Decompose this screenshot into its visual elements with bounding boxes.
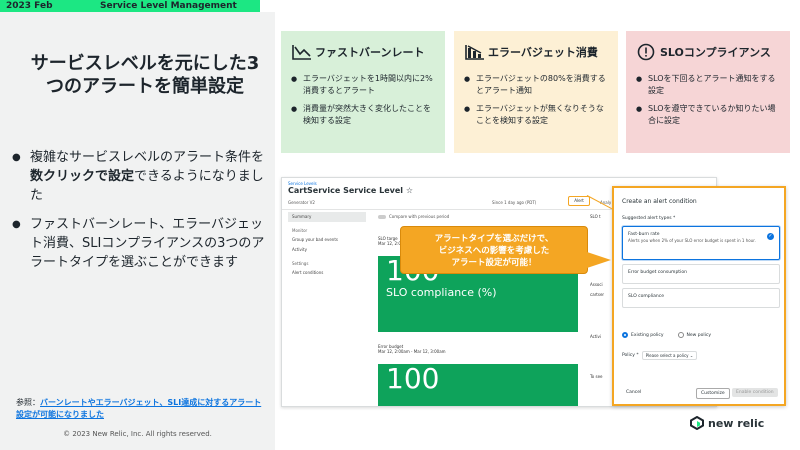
associated-fragment: Associ bbox=[590, 282, 603, 287]
sidebar-item-alert-conditions[interactable]: Alert conditions bbox=[288, 268, 366, 278]
error-budget-icon bbox=[465, 45, 484, 60]
option-name: Error budget consumption bbox=[628, 270, 687, 275]
logo-text: new relic bbox=[708, 416, 765, 430]
policy-label: Policy * bbox=[622, 353, 639, 358]
radio-existing-policy[interactable] bbox=[622, 332, 628, 338]
option-error-budget[interactable]: Error budget consumption bbox=[622, 264, 780, 284]
reference-link[interactable]: バーンレートやエラーバジェット、SLI達成に対するアラート設定が可能になりました bbox=[16, 398, 261, 419]
top-bar: 2023 Feb Service Level Management bbox=[0, 0, 800, 12]
time-picker[interactable]: Since 1 day ago (PDT) bbox=[492, 200, 536, 205]
card-list-item: エラーバジェットが無くなりそうなことを検知する設定 bbox=[464, 103, 608, 127]
bullet-emphasis: 数クリックで設定 bbox=[30, 169, 135, 184]
card-list: エラーバジェットを1時間以内に2%消費するとアラート 消費量が突然大きく変化した… bbox=[291, 73, 435, 127]
card-error-budget: エラーバジェット消費 エラーバジェットの80%を消費するとアラート通知 エラーバ… bbox=[454, 31, 618, 153]
create-alert-dialog: Create an alert condition Suggested aler… bbox=[612, 186, 786, 406]
alert-button[interactable]: Alert bbox=[568, 196, 590, 206]
cart-fragment: cartser bbox=[590, 292, 605, 297]
card-title-text: エラーバジェット消費 bbox=[488, 46, 598, 59]
left-panel: サービスレベルを元にした3つのアラートを簡単設定 複雑なサービスレベルのアラート… bbox=[0, 12, 275, 450]
customize-button[interactable]: Customize bbox=[696, 388, 730, 399]
eb-sublabel: Mar 12, 2:00am - Mar 12, 3:00am bbox=[378, 349, 446, 354]
policy-placeholder: Please select a policy bbox=[645, 353, 689, 358]
policy-radio-group: Existing policy New policy bbox=[622, 332, 711, 338]
option-name: Fast-burn rate bbox=[628, 232, 660, 237]
card-list-item: エラーバジェットの80%を消費するとアラート通知 bbox=[464, 73, 608, 97]
card-list-item: エラーバジェットを1時間以内に2%消費するとアラート bbox=[291, 73, 435, 97]
compare-toggle[interactable]: Compare with previous period bbox=[378, 214, 449, 219]
sidebar-item-activity[interactable]: Activity bbox=[288, 245, 366, 255]
callout-line: アラート設定が可能！ bbox=[451, 258, 537, 268]
check-icon: ✓ bbox=[767, 233, 774, 240]
card-title-text: SLOコンプライアンス bbox=[660, 46, 771, 59]
page-title-text: CartService Service Level bbox=[288, 186, 404, 195]
sidebar: Summary Monitor Group your bad events Ac… bbox=[288, 212, 366, 402]
card-title: エラーバジェット消費 bbox=[464, 41, 608, 63]
card-list-item: 消費量が突然大きく変化したことを検知する設定 bbox=[291, 103, 435, 127]
page-title: CartService Service Level ☆ bbox=[288, 186, 413, 195]
fast-burn-icon bbox=[292, 45, 311, 60]
card-title: SLOコンプライアンス bbox=[636, 41, 780, 63]
card-list: エラーバジェットの80%を消費するとアラート通知 エラーバジェットが無くなりそう… bbox=[464, 73, 608, 127]
bullet-item: ファストバーンレート、エラーバジェット消費、SLIコンプライアンスの3つのアラー… bbox=[12, 215, 267, 272]
option-desc: Alerts you when 2% of your SLO error bud… bbox=[628, 238, 756, 243]
callout-line: アラートタイプを選ぶだけで、 bbox=[434, 234, 554, 244]
policy-select[interactable]: Please select a policy ⌄ bbox=[641, 351, 698, 360]
bullet-text: 複雑なサービスレベルのアラート条件を bbox=[30, 150, 265, 165]
error-budget-value: 100 bbox=[386, 362, 440, 395]
header-date: 2023 Feb bbox=[0, 0, 72, 12]
reference-note: 参照：バーンレートやエラーバジェット、SLI達成に対するアラート設定が可能になり… bbox=[16, 397, 266, 421]
radio-new-policy[interactable] bbox=[677, 332, 684, 338]
new-relic-logo: new relic bbox=[690, 416, 764, 430]
policy-row: Policy * Please select a policy ⌄ bbox=[622, 351, 698, 360]
sidebar-item-bad-events[interactable]: Group your bad events bbox=[288, 235, 366, 245]
enable-condition-button[interactable]: Enable condition bbox=[732, 388, 778, 397]
callout-arrow bbox=[587, 252, 611, 268]
chevron-down-icon: ⌄ bbox=[689, 353, 694, 358]
sidebar-section-monitor[interactable]: Monitor bbox=[288, 222, 366, 235]
slo-fragment: SLO t bbox=[590, 214, 601, 219]
bullet-item: 複雑なサービスレベルのアラート条件を数クリックで設定できるようになりました bbox=[12, 148, 267, 205]
sidebar-item-summary[interactable]: Summary bbox=[288, 212, 366, 222]
dialog-title: Create an alert condition bbox=[622, 198, 697, 205]
env-selector[interactable]: Generator V2 bbox=[288, 200, 315, 205]
exclamation-icon bbox=[637, 43, 655, 61]
toggle-switch[interactable] bbox=[378, 215, 386, 219]
suggested-types-label: Suggested alert types * bbox=[622, 216, 676, 221]
callout-box: アラートタイプを選ぶだけで、 ビジネスへの影響を考慮した アラート設定が可能！ bbox=[400, 226, 588, 274]
card-list: SLOを下回るとアラート通知をする設定 SLOを遵守できているか知りたい場合に設… bbox=[636, 73, 780, 127]
option-name: SLO compliance bbox=[628, 294, 664, 299]
new-relic-mark-icon bbox=[690, 416, 704, 430]
error-budget-label: Error budget Mar 12, 2:00am - Mar 12, 3:0… bbox=[378, 344, 446, 354]
sidebar-section-settings[interactable]: Settings bbox=[288, 255, 366, 268]
header-section-title: Service Level Management bbox=[72, 0, 260, 12]
error-budget-tile: 100 bbox=[378, 362, 578, 406]
slo-target-label: SLO targe Mar 12, 2:0 bbox=[378, 236, 401, 246]
slo-sublabel: Mar 12, 2:0 bbox=[378, 241, 401, 246]
card-slo-compliance: SLOコンプライアンス SLOを下回るとアラート通知をする設定 SLOを遵守でき… bbox=[626, 31, 790, 153]
to-see-fragment: To see bbox=[590, 374, 603, 379]
card-title: ファストバーンレート bbox=[291, 41, 435, 63]
option-slo-compliance[interactable]: SLO compliance bbox=[622, 288, 780, 308]
card-list-item: SLOを下回るとアラート通知をする設定 bbox=[636, 73, 780, 97]
option-fast-burn[interactable]: Fast-burn rate Alerts you when 2% of you… bbox=[622, 226, 780, 260]
card-fast-burn: ファストバーンレート エラーバジェットを1時間以内に2%消費するとアラート 消費… bbox=[281, 31, 445, 153]
bullet-text: ファストバーンレート、エラーバジェット消費、SLIコンプライアンスの3つのアラー… bbox=[30, 217, 265, 270]
card-list-item: SLOを遵守できているか知りたい場合に設定 bbox=[636, 103, 780, 127]
callout-line: ビジネスへの影響を考慮した bbox=[438, 246, 550, 256]
new-policy-label: New policy bbox=[686, 332, 712, 338]
slo-compliance-label: SLO compliance (%) bbox=[386, 286, 497, 299]
star-icon[interactable]: ☆ bbox=[406, 186, 413, 195]
reference-prefix: 参照： bbox=[16, 398, 40, 407]
cancel-button[interactable]: Cancel bbox=[622, 388, 645, 397]
copyright: © 2023 New Relic, Inc. All rights reserv… bbox=[63, 430, 212, 438]
compare-label: Compare with previous period bbox=[389, 214, 450, 219]
card-title-text: ファストバーンレート bbox=[315, 46, 425, 59]
slide-title: サービスレベルを元にした3つのアラートを簡単設定 bbox=[30, 53, 260, 97]
existing-policy-label: Existing policy bbox=[631, 332, 664, 338]
activity-fragment: Activi bbox=[590, 334, 602, 339]
bullet-list: 複雑なサービスレベルのアラート条件を数クリックで設定できるようになりました ファ… bbox=[12, 148, 267, 282]
